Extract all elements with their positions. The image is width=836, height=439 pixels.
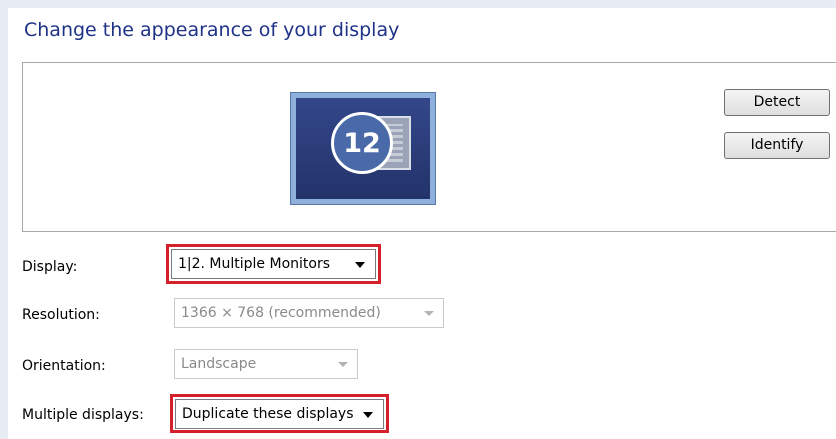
orientation-dropdown-value: Landscape [181,356,257,372]
monitor-preview-area: 12 Detect Identify [22,62,836,232]
resolution-dropdown[interactable]: 1366 × 768 (recommended) [174,298,444,328]
resolution-label: Resolution: [22,307,100,323]
orientation-dropdown[interactable]: Landscape [174,349,358,379]
chevron-down-icon [355,262,365,268]
display-label: Display: [22,259,78,275]
chevron-down-icon [363,412,373,418]
detect-button[interactable]: Detect [724,89,830,116]
display-settings-panel: Change the appearance of your display 12… [8,8,836,439]
monitor-screen: 12 [296,98,430,199]
chevron-down-icon [424,311,434,316]
page-title: Change the appearance of your display [24,19,400,41]
multiple-displays-dropdown-value: Duplicate these displays [182,406,354,422]
chevron-down-icon [338,362,348,367]
monitor-icon[interactable]: 12 [290,92,436,205]
resolution-dropdown-value: 1366 × 768 (recommended) [181,305,381,321]
multiple-displays-label: Multiple displays: [22,407,144,423]
monitor-number-badge: 12 [331,112,393,174]
display-dropdown-value: 1|2. Multiple Monitors [178,256,331,272]
identify-button[interactable]: Identify [724,132,830,159]
orientation-label: Orientation: [22,358,106,374]
multiple-displays-dropdown[interactable]: Duplicate these displays [175,399,384,429]
display-dropdown[interactable]: 1|2. Multiple Monitors [171,249,376,279]
